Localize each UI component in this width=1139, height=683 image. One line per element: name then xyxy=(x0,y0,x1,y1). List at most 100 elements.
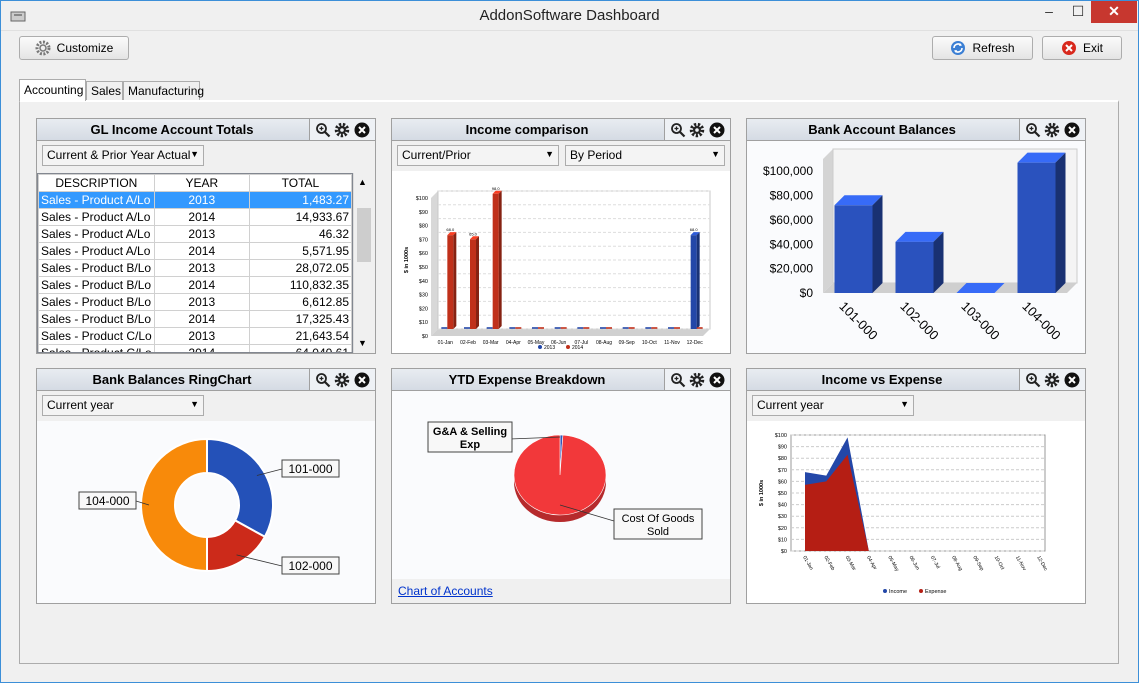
close-panel-icon[interactable] xyxy=(1064,122,1080,138)
bar-2014-04-Apr xyxy=(515,327,522,329)
column-header[interactable]: TOTAL xyxy=(248,174,352,192)
legend-label: Income xyxy=(889,589,907,595)
y-tick-label: $20 xyxy=(419,306,428,312)
customize-button[interactable]: Customize xyxy=(19,36,129,60)
ytd-expense-pie: G&A & SellingExp Cost Of GoodsSold xyxy=(427,421,703,540)
table-row[interactable]: Sales - Product A/Lo 2013 1,483.27 xyxy=(38,191,352,209)
scroll-down-icon[interactable]: ▼ xyxy=(358,338,367,348)
chart-of-accounts-link[interactable]: Chart of Accounts xyxy=(398,584,493,598)
close-panel-icon[interactable] xyxy=(1064,372,1080,388)
table-row[interactable]: Sales - Product B/Lo 2013 28,072.05 xyxy=(38,259,352,277)
settings-gear-icon[interactable] xyxy=(689,372,705,388)
gl-filter-value: Current & Prior Year Actual xyxy=(47,148,191,162)
table-row[interactable]: Sales - Product B/Lo 2014 110,832.35 xyxy=(38,276,352,294)
minimize-button[interactable]: – xyxy=(1035,1,1063,23)
bar-2014-10-Oct xyxy=(651,327,658,329)
y-tick-label: $30 xyxy=(419,293,428,299)
column-header[interactable]: DESCRIPTION xyxy=(38,174,155,192)
gl-income-panel: GL Income Account Totals Current & Prior… xyxy=(36,118,376,354)
table-row[interactable]: Sales - Product A/Lo 2014 5,571.95 xyxy=(38,242,352,260)
description-cell: Sales - Product A/Lo xyxy=(38,208,155,226)
table-row[interactable]: Sales - Product A/Lo 2014 14,933.67 xyxy=(38,208,352,226)
chart-area: $0 $10 $20 $30 $40 $50 $60 $70 $80 $90 $100 $ in 10… xyxy=(747,421,1085,603)
year-cell: 2014 xyxy=(153,310,250,328)
gl-filter-select[interactable]: Current & Prior Year Actual ▼ xyxy=(42,145,204,166)
chevron-down-icon: ▼ xyxy=(190,149,199,159)
table-row[interactable]: Sales - Product A/Lo 2013 46.32 xyxy=(38,225,352,243)
y-tick-label: $100 xyxy=(416,196,428,202)
zoom-icon[interactable] xyxy=(670,122,686,138)
ytd-expense-panel: YTD Expense Breakdown G&A & Selling Exp Co… xyxy=(391,368,731,604)
x-tick-label: 05-May xyxy=(528,340,545,346)
pie-slice-1 xyxy=(513,434,607,516)
description-cell: Sales - Product A/Lo xyxy=(38,242,155,260)
x-tick-label: 03-Mar xyxy=(844,555,857,572)
period-grouping-select[interactable]: By Period ▼ xyxy=(565,145,725,166)
bar-2013-12-Dec xyxy=(690,235,697,329)
chevron-down-icon: ▼ xyxy=(900,399,909,409)
settings-gear-icon[interactable] xyxy=(334,122,350,138)
legend-label: 2014 xyxy=(572,345,583,351)
zoom-icon[interactable] xyxy=(315,372,331,388)
close-panel-icon[interactable] xyxy=(354,372,370,388)
legend-swatch xyxy=(538,345,542,349)
table-row[interactable]: Sales - Product B/Lo 2013 6,612.85 xyxy=(38,293,352,311)
settings-gear-icon[interactable] xyxy=(334,372,350,388)
year-cell: 2014 xyxy=(153,242,250,260)
panel-tools xyxy=(309,369,375,390)
bar-side xyxy=(696,232,700,329)
panel-header: Income comparison xyxy=(392,119,730,141)
close-panel-icon[interactable] xyxy=(354,122,370,138)
close-panel-icon[interactable] xyxy=(709,122,725,138)
panel-header: YTD Expense Breakdown xyxy=(392,369,730,391)
chart-side-wall xyxy=(431,191,438,336)
table-row[interactable]: Sales - Product C/Lo 2013 21,643.54 xyxy=(38,327,352,345)
x-tick-label: 02-Feb xyxy=(823,555,836,572)
exit-button[interactable]: Exit xyxy=(1042,36,1122,60)
panel-header: Bank Balances RingChart xyxy=(37,369,375,391)
period-type-select[interactable]: Current/Prior ▼ xyxy=(397,145,559,166)
bar-2013-03-Mar xyxy=(486,327,493,329)
total-cell: 21,643.54 xyxy=(248,327,352,345)
vertical-scrollbar[interactable]: ▲ ▼ xyxy=(353,173,373,353)
customize-label: Customize xyxy=(56,41,114,55)
settings-gear-icon[interactable] xyxy=(1044,372,1060,388)
settings-gear-icon[interactable] xyxy=(1044,122,1060,138)
tab-accounting[interactable]: Accounting xyxy=(19,79,86,101)
ring-period-select[interactable]: Current year ▼ xyxy=(42,395,204,416)
ie-period-select[interactable]: Current year ▼ xyxy=(752,395,914,416)
y-tick-label: $100,000 xyxy=(763,164,813,178)
bar-2014-01-Jan xyxy=(447,235,454,329)
settings-gear-icon[interactable] xyxy=(689,122,705,138)
zoom-icon[interactable] xyxy=(670,372,686,388)
zoom-icon[interactable] xyxy=(1025,372,1041,388)
bank-balances-chart: $0 $20,000 $40,000 $60,000 $80,000 $100,000 10… xyxy=(763,148,1078,343)
table-row[interactable]: Sales - Product C/Lo 2014 64,040.61 xyxy=(38,344,352,352)
close-panel-icon[interactable] xyxy=(709,372,725,388)
bar-2014-07-Jul xyxy=(583,327,590,329)
close-window-button[interactable]: ✕ xyxy=(1091,1,1137,23)
tab-sales[interactable]: Sales xyxy=(86,81,123,101)
gl-data-grid: DESCRIPTION YEAR TOTAL Sales - Product A… xyxy=(37,173,353,353)
table-header-row: DESCRIPTION YEAR TOTAL xyxy=(38,174,352,192)
description-cell: Sales - Product B/Lo xyxy=(38,259,155,277)
x-tick-label: 07-Jul xyxy=(929,555,941,570)
zoom-icon[interactable] xyxy=(1025,122,1041,138)
y-tick-label: $60 xyxy=(419,251,428,257)
slice-label: Sold xyxy=(647,526,669,538)
column-header[interactable]: YEAR xyxy=(153,174,250,192)
refresh-button[interactable]: Refresh xyxy=(932,36,1033,60)
table-row[interactable]: Sales - Product B/Lo 2014 17,325.43 xyxy=(38,310,352,328)
y-tick-label: $70 xyxy=(778,468,787,474)
tab-manufacturing[interactable]: Manufacturing xyxy=(123,81,204,101)
scroll-thumb[interactable] xyxy=(357,208,371,262)
ring-period-value: Current year xyxy=(47,398,114,412)
slice-label: G&A & Selling xyxy=(433,426,507,438)
zoom-icon[interactable] xyxy=(315,122,331,138)
y-tick-label: $90 xyxy=(778,445,787,451)
scroll-up-icon[interactable]: ▲ xyxy=(358,177,367,187)
y-axis-label: $ in 1000s xyxy=(759,480,765,506)
bar-side xyxy=(498,190,502,329)
bar-2014-05-May xyxy=(538,327,544,329)
maximize-button[interactable]: ☐ xyxy=(1065,1,1091,23)
